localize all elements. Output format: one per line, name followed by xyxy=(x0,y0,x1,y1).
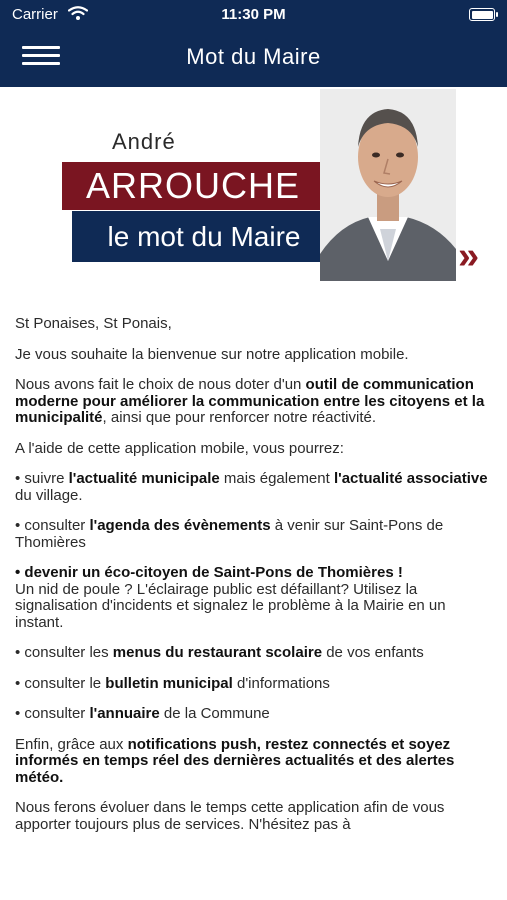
feature-school-menus: • consulter les menus du restaurant scol… xyxy=(15,644,424,661)
battery-icon xyxy=(469,8,498,21)
notifications-paragraph: Enfin, grâce aux notifications push, res… xyxy=(15,735,455,786)
feature-bulletin: • consulter le bulletin municipal d'info… xyxy=(15,674,330,692)
feature-news: • suivre l'actualité municipale mais éga… xyxy=(15,470,488,504)
mayor-banner: André ARROUCHE le mot du Maire » xyxy=(0,87,507,287)
next-arrow-icon[interactable]: » xyxy=(458,237,479,275)
intro-paragraph: Nous avons fait le choix de nous doter d… xyxy=(15,376,485,426)
feature-eco-citizen: • devenir un éco-citoyen de Saint-Pons d… xyxy=(15,564,446,631)
mayor-portrait xyxy=(320,89,456,281)
page-title: Mot du Maire xyxy=(186,44,321,69)
status-bar: Carrier 11:30 PM xyxy=(0,0,507,30)
greeting-text: St Ponaises, St Ponais, xyxy=(15,315,172,332)
banner-subtitle: le mot du Maire xyxy=(72,211,336,262)
feature-agenda: • consulter l'agenda des évènements à ve… xyxy=(15,517,444,551)
closing-paragraph: Nous ferons évoluer dans le temps cette … xyxy=(15,799,445,833)
mayor-first-name: André xyxy=(112,129,176,154)
feature-directory: • consulter l'annuaire de la Commune xyxy=(15,705,270,722)
mayor-message: St Ponaises, St Ponais, Je vous souhaite… xyxy=(15,315,493,847)
welcome-text: Je vous souhaite la bienvenue sur notre … xyxy=(15,345,409,363)
mayor-last-name: ARROUCHE xyxy=(62,162,324,210)
navigation-bar: Mot du Maire xyxy=(0,30,507,87)
status-time: 11:30 PM xyxy=(221,6,286,23)
features-intro: A l'aide de cette application mobile, vo… xyxy=(15,439,344,457)
